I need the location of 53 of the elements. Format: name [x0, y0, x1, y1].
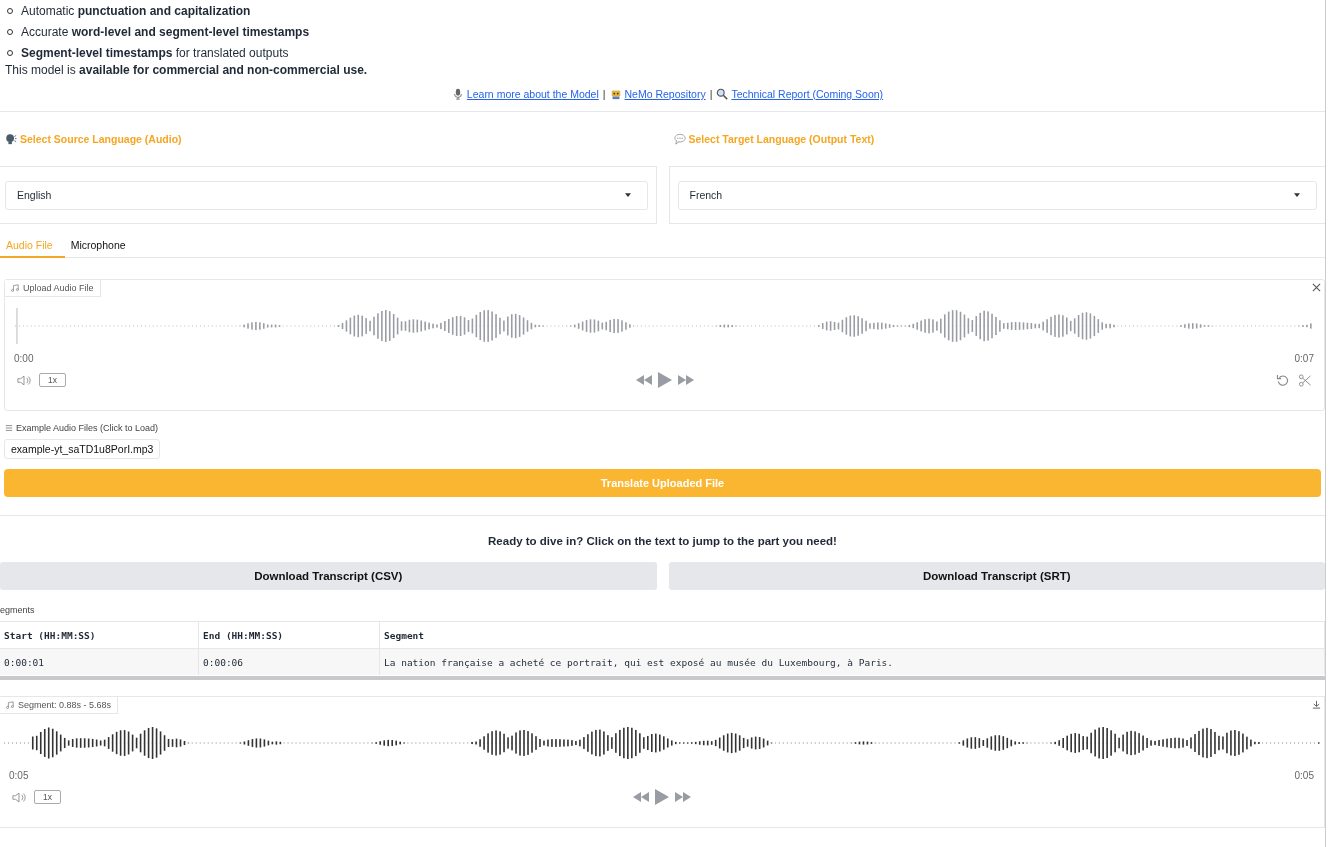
time-label: 0:05: [9, 770, 29, 781]
feature-item: Accurate word-level and segment-level timestamps: [21, 23, 310, 40]
language-dropdown[interactable]: English: [5, 180, 648, 210]
caret-icon: [624, 193, 631, 197]
speed-button[interactable]: 1x: [39, 373, 66, 387]
play-icon[interactable]: [655, 789, 669, 805]
tab[interactable]: Microphone: [64, 234, 138, 258]
prompt-text: Ready to dive in? Click on the text to jump to the part you need!: [487, 535, 838, 549]
close-icon[interactable]: [1312, 283, 1321, 292]
table-cell[interactable]: 0:00:06: [198, 648, 380, 675]
caret-icon: [1294, 193, 1300, 197]
segments-label: egments: [0, 605, 36, 617]
link[interactable]: NeMo Repository: [609, 88, 706, 100]
rewind-icon[interactable]: [635, 375, 652, 385]
fast-forward-icon[interactable]: [677, 375, 694, 385]
list-icon: [5, 424, 13, 432]
player-label: Segment: 0.88s - 5.68s: [0, 697, 119, 714]
fast-forward-icon[interactable]: [675, 792, 691, 802]
link-separator: |: [602, 88, 606, 100]
download-button[interactable]: Download Transcript (SRT): [668, 562, 1325, 590]
rewind-icon[interactable]: [633, 792, 649, 802]
speech-bubble-icon: [673, 133, 686, 145]
usage-note: This model is available for commercial and non-commercial use.: [4, 63, 369, 79]
time-label: 0:05: [1294, 770, 1314, 781]
time-label: 0:00: [14, 353, 34, 364]
search-icon: [716, 88, 729, 100]
volume-icon[interactable]: [17, 373, 31, 387]
link-separator: |: [709, 88, 713, 100]
robot-icon: [609, 88, 622, 100]
music-note-icon: [6, 701, 14, 709]
time-label: 0:07: [1294, 353, 1314, 364]
language-label: Select Source Language (Audio): [20, 133, 182, 145]
language-label: Select Target Language (Output Text): [688, 133, 875, 145]
scissors-icon[interactable]: [1298, 373, 1312, 387]
play-icon[interactable]: [657, 372, 672, 388]
microphone-icon: [451, 88, 464, 100]
music-note-icon: [11, 284, 19, 292]
player-label: Upload Audio File: [5, 280, 101, 297]
feature-item: Segment-level timestamps for translated outputs: [21, 44, 289, 61]
speaking-head-icon: [5, 133, 17, 145]
volume-icon[interactable]: [12, 790, 26, 804]
examples-label: Example Audio Files (Click to Load): [16, 423, 159, 433]
download-icon[interactable]: [1312, 700, 1321, 709]
table-cell[interactable]: 0:00:01: [0, 648, 199, 675]
speed-button[interactable]: 1x: [34, 790, 61, 804]
example-file-button[interactable]: example-yt_saTD1u8PorI.mp3: [4, 439, 161, 459]
link[interactable]: Learn more about the Model: [451, 88, 599, 100]
table-cell[interactable]: La nation française a acheté ce portrait, qui est exposé au musée du Luxembourg, à Paris.: [379, 648, 1325, 675]
undo-icon[interactable]: [1276, 373, 1290, 387]
language-dropdown[interactable]: French: [677, 180, 1317, 210]
link[interactable]: Technical Report (Coming Soon): [716, 88, 884, 100]
feature-item: Automatic punctuation and capitalization: [21, 2, 251, 19]
download-button[interactable]: Download Transcript (CSV): [0, 562, 657, 590]
